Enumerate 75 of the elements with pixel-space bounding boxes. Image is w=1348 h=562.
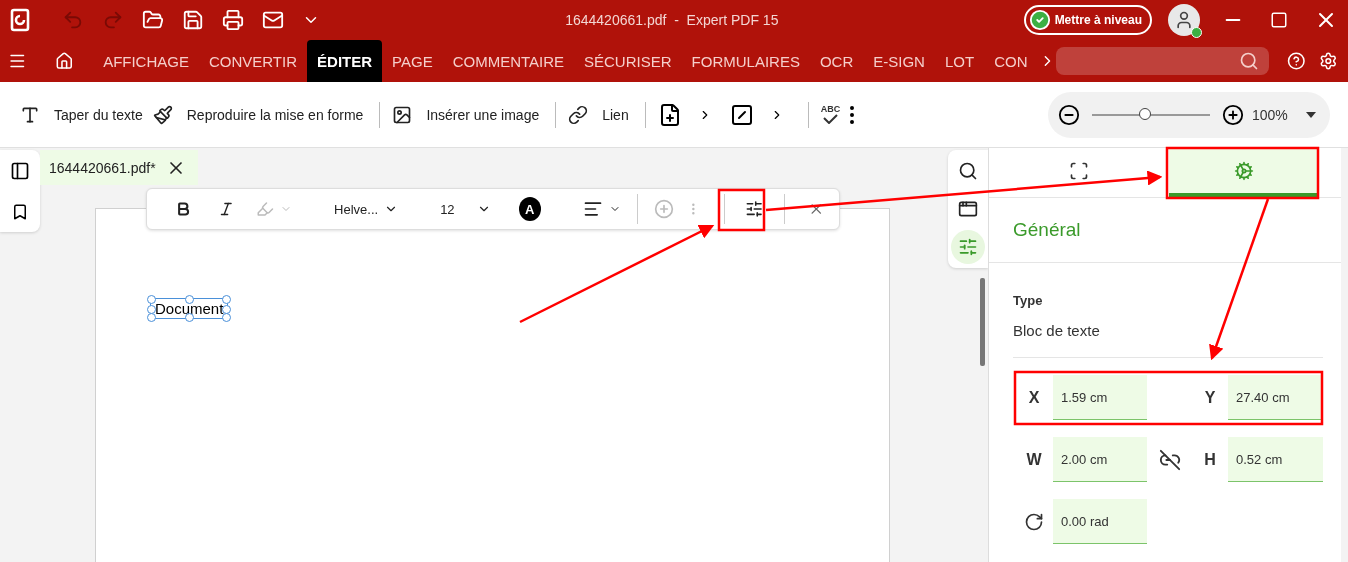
menu-tab[interactable]: LOT [934, 40, 985, 82]
panel-icon [958, 199, 978, 219]
text-cursor-tool[interactable]: Taper du texte [20, 104, 153, 125]
text-block[interactable]: Document [147, 295, 232, 322]
panel-icon[interactable] [10, 161, 30, 181]
settings-icon[interactable] [1319, 50, 1338, 72]
menu-tab[interactable]: COMMENTAIRE [442, 40, 575, 82]
brush-tool[interactable]: Reproduire la mise en forme [152, 104, 374, 125]
folder-icon[interactable] [142, 9, 164, 31]
menu-tab[interactable]: CONVERTIR [198, 40, 308, 82]
maximize-icon[interactable] [1270, 11, 1288, 29]
unlink-icon[interactable] [1158, 448, 1181, 471]
properties-icon[interactable] [745, 199, 764, 219]
image-icon [392, 104, 413, 125]
size-dropdown[interactable]: 12 [434, 197, 497, 221]
avatar-button[interactable] [1168, 4, 1200, 36]
upgrade-button[interactable]: Mettre à niveau [1023, 5, 1152, 35]
section-title: Général [989, 198, 1341, 263]
bold-icon[interactable] [175, 200, 192, 218]
input-field[interactable]: 1.59 cm [1053, 375, 1147, 420]
mail-icon[interactable] [262, 9, 284, 31]
input-field[interactable]: 0.52 cm [1228, 437, 1323, 482]
type-label: Type [1013, 293, 1044, 308]
search-icon [958, 161, 978, 181]
user-icon [1174, 10, 1194, 30]
highlighter-icon [256, 200, 275, 218]
scrollbar[interactable] [980, 278, 985, 366]
brush-icon [152, 104, 173, 125]
rotate-icon [1024, 511, 1044, 532]
menu-tab[interactable]: PAGE [382, 40, 443, 82]
app-logo[interactable] [10, 8, 30, 32]
properties-icon [958, 237, 978, 257]
menu-tab[interactable]: OCR [809, 40, 864, 82]
text-style-icon [1069, 160, 1089, 181]
link-icon [568, 104, 589, 125]
link-tool[interactable]: Lien [568, 104, 639, 125]
caret-icon[interactable] [1305, 111, 1316, 118]
field-label: H [1203, 449, 1217, 470]
menu-tab[interactable]: AFFICHAGE [93, 40, 199, 82]
status-dot [1191, 27, 1202, 38]
crop-icon[interactable] [729, 102, 754, 127]
save-icon[interactable] [182, 9, 204, 31]
home-icon[interactable] [54, 50, 74, 72]
check-icon [1028, 9, 1051, 31]
spellcheck-button[interactable]: ABC [820, 105, 841, 124]
image-tool[interactable]: Insérer une image [392, 104, 550, 125]
zoom-in-icon[interactable] [1222, 103, 1244, 126]
type-value: Bloc de texte [1013, 322, 1323, 358]
annotation-box [717, 188, 766, 232]
menu-tab[interactable]: CON [984, 40, 1038, 82]
input-field[interactable]: 27.40 cm [1228, 375, 1323, 420]
window-title: 1644420661.pdf - Expert PDF 15 [564, 12, 780, 28]
gear-icon [1234, 160, 1254, 181]
font-color-button[interactable]: A [518, 197, 541, 221]
input-field[interactable]: 2.00 cm [1053, 437, 1147, 482]
properties-button[interactable] [951, 230, 985, 264]
field-label: W [1025, 449, 1043, 470]
bookmark-icon[interactable] [11, 203, 29, 221]
document-tab[interactable]: 1644420661.pdf* [40, 150, 198, 185]
menu-tab[interactable]: SÉCURISER [574, 40, 682, 82]
search-icon [1238, 51, 1259, 71]
printer-icon[interactable] [222, 9, 244, 31]
align-left-icon [582, 199, 603, 219]
menu-tab[interactable]: FORMULAIRES [681, 40, 810, 82]
input-field[interactable]: 0.00 rad [1053, 499, 1147, 544]
field-label: Y [1203, 387, 1217, 408]
zoom-out-icon[interactable] [1058, 103, 1080, 126]
zoom-reading: 100% [1252, 106, 1288, 123]
help-icon[interactable] [1286, 50, 1306, 72]
font-dropdown[interactable]: Helve... [328, 197, 405, 221]
search-field[interactable] [1056, 47, 1269, 75]
field-label: X [1027, 387, 1041, 408]
menu-tab[interactable]: ÉDITER [307, 40, 383, 82]
menu-tab[interactable]: E-SIGN [863, 40, 935, 82]
add-icon [653, 199, 674, 219]
